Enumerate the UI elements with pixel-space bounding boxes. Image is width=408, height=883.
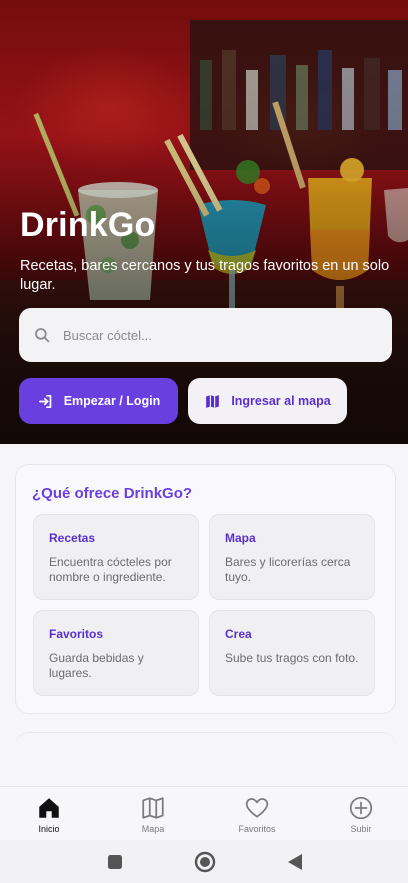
next-section-card xyxy=(15,732,396,792)
feature-card-mapa[interactable]: Mapa Bares y licorerías cerca tuyo. xyxy=(209,514,375,600)
tab-label: Favoritos xyxy=(238,824,276,834)
search-icon xyxy=(35,328,50,343)
tab-subir[interactable]: Subir xyxy=(326,787,396,841)
heart-icon xyxy=(245,798,269,818)
tab-favoritos[interactable]: Favoritos xyxy=(222,787,292,841)
home-circle-icon[interactable] xyxy=(194,851,216,873)
app-title: DrinkGo xyxy=(20,206,156,244)
feature-title: Crea xyxy=(225,627,252,641)
search-bar[interactable] xyxy=(19,308,392,362)
tab-label: Mapa xyxy=(141,824,165,834)
features-title: ¿Qué ofrece DrinkGo? xyxy=(32,485,193,502)
login-button-label: Empezar / Login xyxy=(63,394,161,408)
feature-card-recetas[interactable]: Recetas Encuentra cócteles por nombre o … xyxy=(33,514,199,600)
open-map-button[interactable]: Ingresar al mapa xyxy=(188,378,347,424)
map-icon xyxy=(142,797,164,819)
feature-description: Encuentra cócteles por nombre o ingredie… xyxy=(49,555,172,584)
login-button[interactable]: Empezar / Login xyxy=(19,378,178,424)
feature-card-favoritos[interactable]: Favoritos Guarda bebidas y lugares. xyxy=(33,610,199,696)
bottom-tab-bar: Inicio Mapa Favoritos Subir xyxy=(0,786,408,840)
feature-description: Guarda bebidas y lugares. xyxy=(49,651,144,680)
map-icon xyxy=(206,394,220,408)
system-navigation-bar xyxy=(0,840,408,883)
home-icon xyxy=(39,798,59,818)
tab-label: Inicio xyxy=(38,824,60,834)
tab-inicio[interactable]: Inicio xyxy=(14,787,84,841)
feature-title: Recetas xyxy=(49,531,96,545)
feature-title: Mapa xyxy=(225,531,256,545)
open-map-button-label: Ingresar al mapa xyxy=(231,394,331,408)
feature-card-crea[interactable]: Crea Sube tus tragos con foto. xyxy=(209,610,375,696)
feature-description: Sube tus tragos con foto. xyxy=(225,651,359,665)
app-tagline: Recetas, bares cercanos y tus tragos fav… xyxy=(20,258,390,293)
login-icon xyxy=(38,394,52,408)
tab-label: Subir xyxy=(350,824,372,834)
search-input[interactable] xyxy=(63,327,353,343)
feature-description: Bares y licorerías cerca tuyo. xyxy=(225,555,351,584)
feature-title: Favoritos xyxy=(49,627,104,641)
back-icon[interactable] xyxy=(286,853,303,871)
tab-mapa[interactable]: Mapa xyxy=(118,787,188,841)
recent-apps-icon[interactable] xyxy=(107,854,123,870)
plus-circle-icon xyxy=(349,796,373,820)
